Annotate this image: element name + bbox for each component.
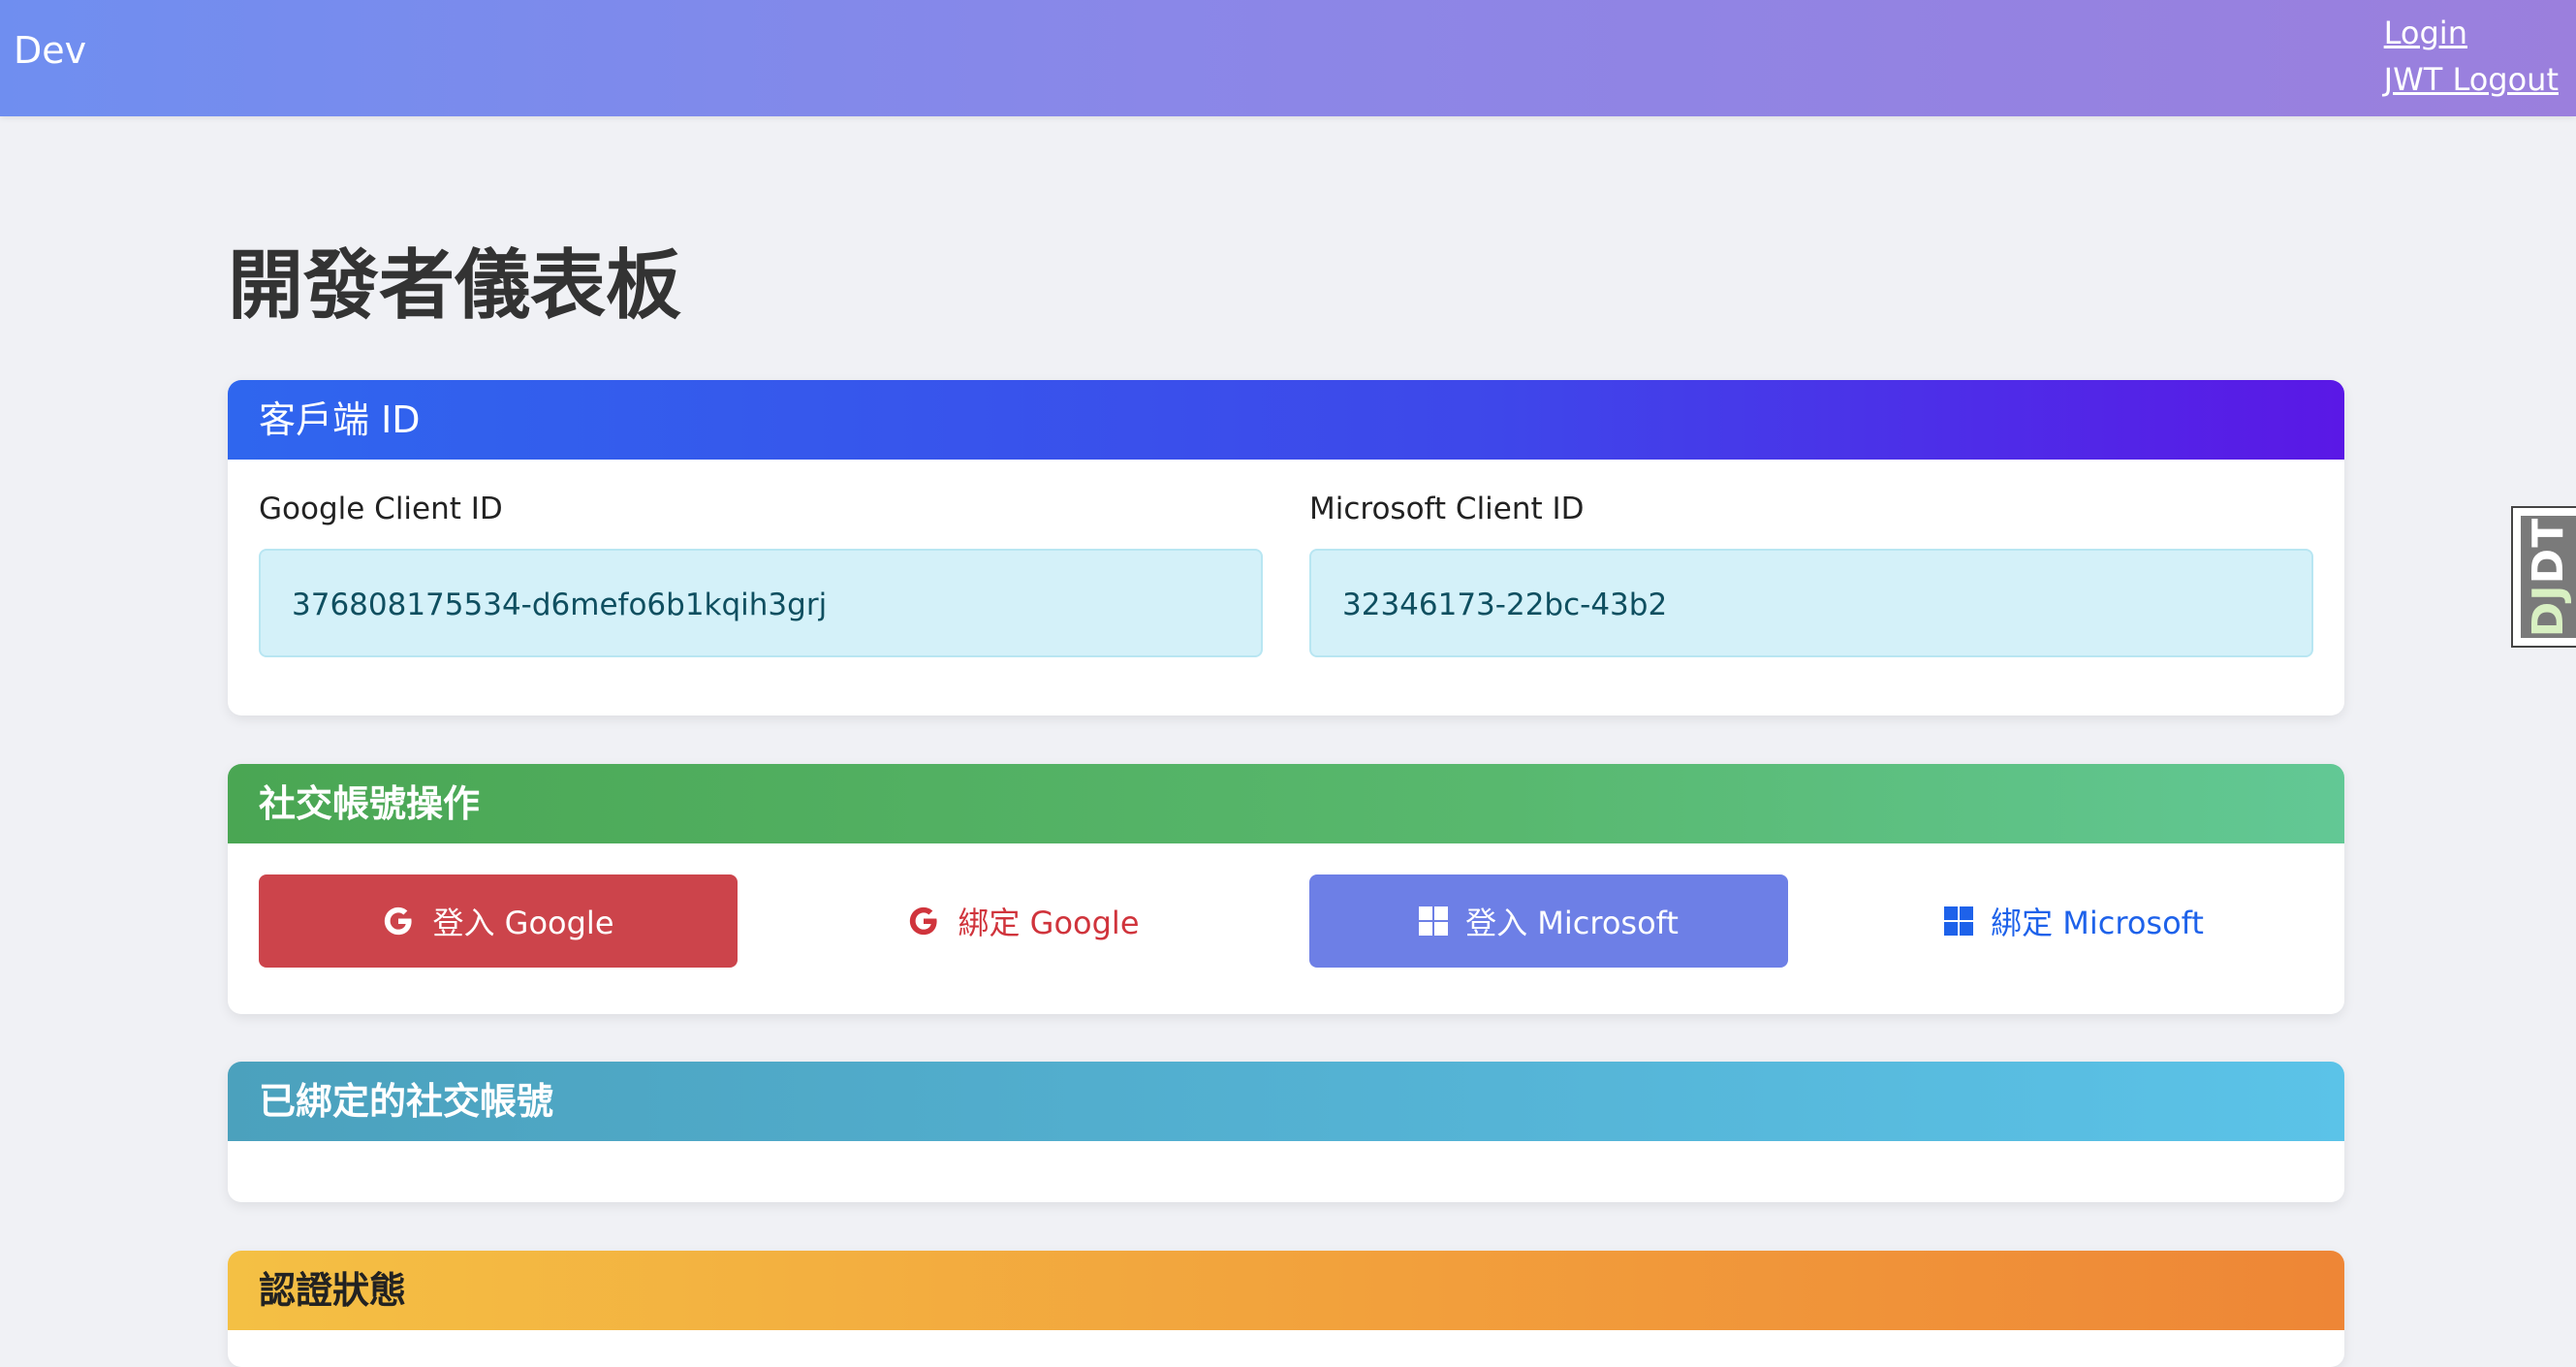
google-bind-label: 綁定 Google <box>958 905 1140 941</box>
top-navbar: Dev Login JWT Logout <box>0 0 2576 116</box>
brand-link[interactable]: Dev <box>14 29 86 72</box>
microsoft-bind-button[interactable]: 綁定 Microsoft <box>1835 874 2313 968</box>
microsoft-login-button[interactable]: 登入 Microsoft <box>1309 874 1788 968</box>
jwt-logout-link[interactable]: JWT Logout <box>2384 56 2559 103</box>
social-actions-card: 社交帳號操作 登入 Google 綁定 Google 登入 Microsoft … <box>228 764 2344 1014</box>
microsoft-bind-label: 綁定 Microsoft <box>1991 905 2204 941</box>
google-client-id-value: 376808175534-d6mefo6b1kqih3grj <box>259 549 1263 657</box>
debug-toolbar-label: DJDT <box>2524 517 2574 637</box>
windows-logo-icon <box>1944 906 1974 936</box>
nav-links: Login JWT Logout <box>2384 10 2559 103</box>
windows-logo-icon <box>1419 906 1449 936</box>
google-g-icon <box>907 905 940 938</box>
client-id-card-header: 客戶端 ID <box>228 380 2344 460</box>
google-bind-button[interactable]: 綁定 Google <box>784 874 1263 968</box>
auth-status-card-header: 認證狀態 <box>228 1251 2344 1330</box>
bound-accounts-card: 已綁定的社交帳號 <box>228 1062 2344 1202</box>
microsoft-login-label: 登入 Microsoft <box>1465 905 1679 941</box>
auth-status-card: 認證狀態 <box>228 1251 2344 1367</box>
microsoft-client-id-value: 32346173-22bc-43b2 <box>1309 549 2313 657</box>
google-client-id-field: Google Client ID 376808175534-d6mefo6b1k… <box>259 489 1263 657</box>
google-login-label: 登入 Google <box>432 905 614 941</box>
client-id-card: 客戶端 ID Google Client ID 376808175534-d6m… <box>228 380 2344 715</box>
google-g-icon <box>382 905 415 938</box>
microsoft-client-id-field: Microsoft Client ID 32346173-22bc-43b2 <box>1309 489 2313 657</box>
main-container: 開發者儀表板 客戶端 ID Google Client ID 376808175… <box>228 233 2344 1367</box>
debug-toolbar-handle[interactable]: DJDT <box>2511 506 2576 648</box>
login-link[interactable]: Login <box>2384 10 2467 56</box>
microsoft-client-id-label: Microsoft Client ID <box>1309 492 1585 526</box>
social-actions-card-header: 社交帳號操作 <box>228 764 2344 843</box>
bound-accounts-card-header: 已綁定的社交帳號 <box>228 1062 2344 1141</box>
page-title: 開發者儀表板 <box>228 242 682 330</box>
google-client-id-label: Google Client ID <box>259 492 503 526</box>
google-login-button[interactable]: 登入 Google <box>259 874 738 968</box>
